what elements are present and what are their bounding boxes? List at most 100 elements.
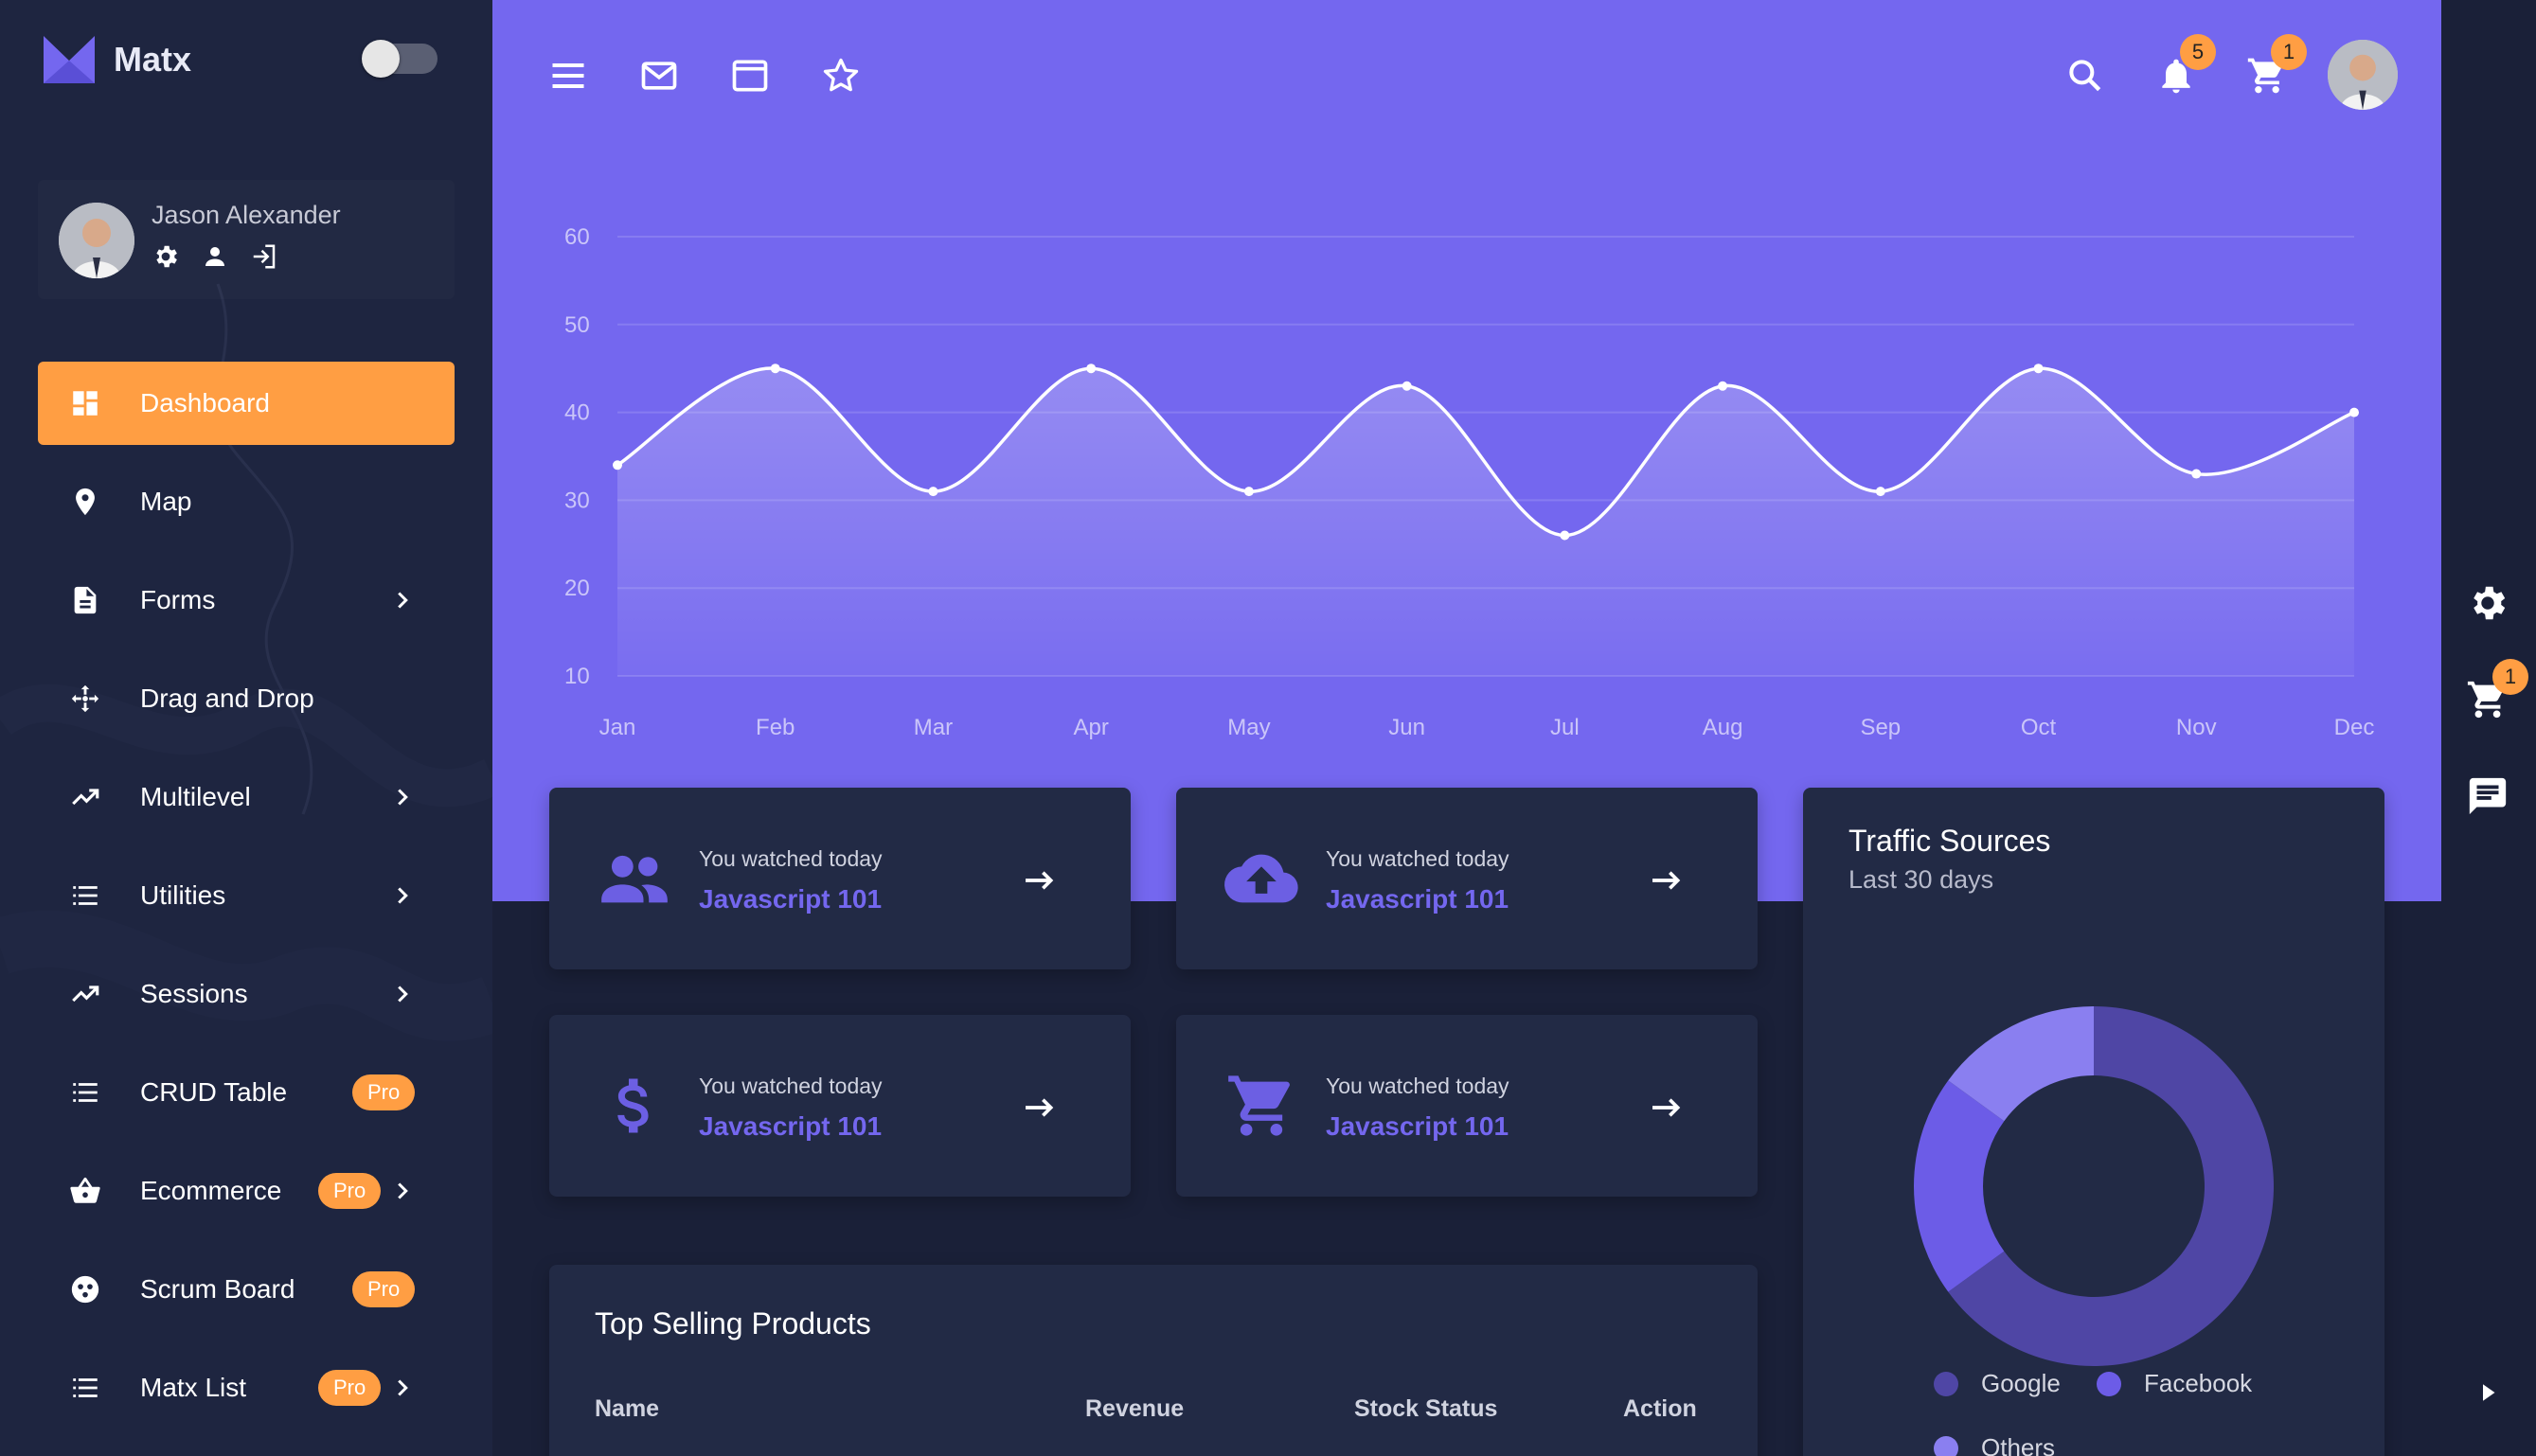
user-avatar[interactable]: [59, 203, 134, 278]
settings-gear-icon[interactable]: [2466, 581, 2509, 625]
sidebar-item-matx-list[interactable]: Matx List Pro: [38, 1346, 455, 1429]
stat-card[interactable]: You watched today Javascript 101: [549, 1015, 1131, 1197]
sidebar-item-sessions[interactable]: Sessions: [38, 952, 455, 1036]
data-point[interactable]: [1243, 487, 1254, 497]
legend-swatch: [1934, 1371, 1958, 1396]
expand-right-arrow-icon[interactable]: [2473, 1378, 2502, 1407]
stat-card[interactable]: You watched today Javascript 101: [1176, 1015, 1758, 1197]
settings-gear-icon[interactable]: [152, 242, 180, 271]
pro-badge: Pro: [318, 1370, 382, 1406]
card-title: Traffic Sources: [1848, 824, 2051, 858]
donut-slice-facebook[interactable]: [1914, 1080, 2005, 1292]
chat-message-icon[interactable]: [2466, 774, 2509, 818]
logout-icon[interactable]: [250, 242, 278, 271]
stat-value[interactable]: Javascript 101: [1326, 1111, 1509, 1142]
legend-item-facebook[interactable]: Facebook: [2097, 1369, 2252, 1398]
chevron-right-icon: [398, 789, 408, 806]
arrow-right-icon[interactable]: [1648, 1089, 1686, 1127]
data-point[interactable]: [2033, 364, 2044, 374]
data-point[interactable]: [1875, 487, 1885, 497]
list-icon: [68, 879, 102, 913]
data-point[interactable]: [928, 487, 938, 497]
data-point[interactable]: [1560, 530, 1570, 541]
traffic-sources-card: Traffic Sources Last 30 days Google Face…: [1803, 788, 2384, 1456]
sidebar-item-ecommerce[interactable]: Ecommerce Pro: [38, 1149, 455, 1233]
sidebar-item-label: Utilities: [140, 880, 226, 910]
brand[interactable]: Matx: [44, 36, 191, 83]
x-tick-label: Oct: [2021, 715, 2057, 740]
visits-area-chart: 60 50 40 30 20 10 Jan Feb Mar Apr May Jun Jul Aug Sep O…: [530, 199, 2424, 767]
column-header-revenue[interactable]: Revenue: [1085, 1395, 1184, 1423]
area-fill: [617, 368, 2354, 676]
pro-badge: Pro: [318, 1173, 382, 1209]
data-point[interactable]: [613, 460, 622, 471]
legend-label: Others: [1981, 1433, 2056, 1456]
stat-card[interactable]: You watched today Javascript 101: [549, 788, 1131, 969]
legend-item-google[interactable]: Google: [1934, 1369, 2061, 1398]
column-header-name[interactable]: Name: [595, 1395, 659, 1423]
legend-swatch: [1934, 1435, 1958, 1456]
legend-swatch: [2097, 1371, 2121, 1396]
person-icon[interactable]: [201, 242, 229, 271]
dashboard-icon: [68, 386, 102, 420]
menu-icon[interactable]: [547, 55, 589, 97]
sidebar-item-label: CRUD Table: [140, 1077, 288, 1107]
stat-value[interactable]: Javascript 101: [699, 884, 882, 914]
sidebar-item-crud-table[interactable]: CRUD Table Pro: [38, 1051, 455, 1134]
sidebar-item-drag-and-drop[interactable]: Drag and Drop: [38, 657, 455, 740]
stat-card[interactable]: You watched today Javascript 101: [1176, 788, 1758, 969]
sidebar-item-multilevel[interactable]: Multilevel: [38, 755, 455, 839]
stat-value[interactable]: Javascript 101: [1326, 884, 1509, 914]
sidebar-item-scrum-board[interactable]: Scrum Board Pro: [38, 1248, 455, 1331]
data-point[interactable]: [1718, 381, 1728, 391]
avatar-image: [59, 203, 134, 278]
stat-value[interactable]: Javascript 101: [699, 1111, 882, 1142]
sidebar-item-dashboard[interactable]: Dashboard: [38, 362, 455, 445]
dollar-icon: [617, 1078, 649, 1133]
y-tick-label: 20: [564, 576, 590, 601]
sidebar-item-utilities[interactable]: Utilities: [38, 854, 455, 937]
column-header-stock-status[interactable]: Stock Status: [1354, 1395, 1497, 1423]
cloud-upload-icon: [1224, 854, 1298, 903]
data-point[interactable]: [2191, 469, 2202, 479]
stat-caption: You watched today: [699, 846, 883, 871]
data-point[interactable]: [1402, 381, 1412, 391]
x-tick-label: Feb: [756, 715, 795, 740]
legend-label: Google: [1981, 1369, 2061, 1397]
notifications-count-badge: 5: [2180, 34, 2216, 70]
trending-up-icon: [68, 780, 102, 814]
legend-label: Facebook: [2144, 1369, 2253, 1397]
star-icon[interactable]: [820, 55, 862, 97]
sidebar-item-forms[interactable]: Forms: [38, 559, 455, 642]
column-header-action[interactable]: Action: [1623, 1395, 1697, 1423]
x-tick-label: May: [1227, 715, 1270, 740]
data-point[interactable]: [1086, 364, 1097, 374]
avatar-image: [2328, 40, 2398, 110]
sidebar-item-map[interactable]: Map: [38, 460, 455, 543]
mail-icon[interactable]: [638, 55, 680, 97]
sidebar-item-label: Scrum Board: [140, 1274, 295, 1304]
user-name: Jason Alexander: [152, 201, 341, 229]
y-tick-label: 30: [564, 488, 590, 513]
chevron-right-icon: [398, 1379, 408, 1396]
arrow-right-icon[interactable]: [1648, 861, 1686, 899]
top-selling-products-card: Top Selling Products Name Revenue Stock …: [549, 1265, 1758, 1456]
arrow-right-icon[interactable]: [1021, 861, 1059, 899]
web-window-icon[interactable]: [729, 55, 771, 97]
search-icon[interactable]: [2064, 55, 2106, 97]
cart-icon: [1228, 1075, 1290, 1136]
y-tick-label: 10: [564, 664, 590, 689]
sidebar-compact-toggle[interactable]: [362, 40, 438, 78]
profile-avatar[interactable]: [2328, 40, 2398, 110]
legend-item-others[interactable]: Others: [1934, 1433, 2055, 1456]
brand-name: Matx: [114, 40, 192, 79]
y-tick-label: 50: [564, 312, 590, 338]
x-tick-label: Jun: [1388, 715, 1425, 740]
data-point[interactable]: [770, 364, 780, 374]
chevron-right-icon: [398, 1182, 408, 1199]
arrow-right-icon[interactable]: [1021, 1089, 1059, 1127]
traffic-donut-chart: [1914, 1006, 2274, 1366]
data-point[interactable]: [2349, 407, 2359, 417]
face-icon: [68, 1272, 102, 1306]
toggle-knob: [362, 40, 400, 78]
